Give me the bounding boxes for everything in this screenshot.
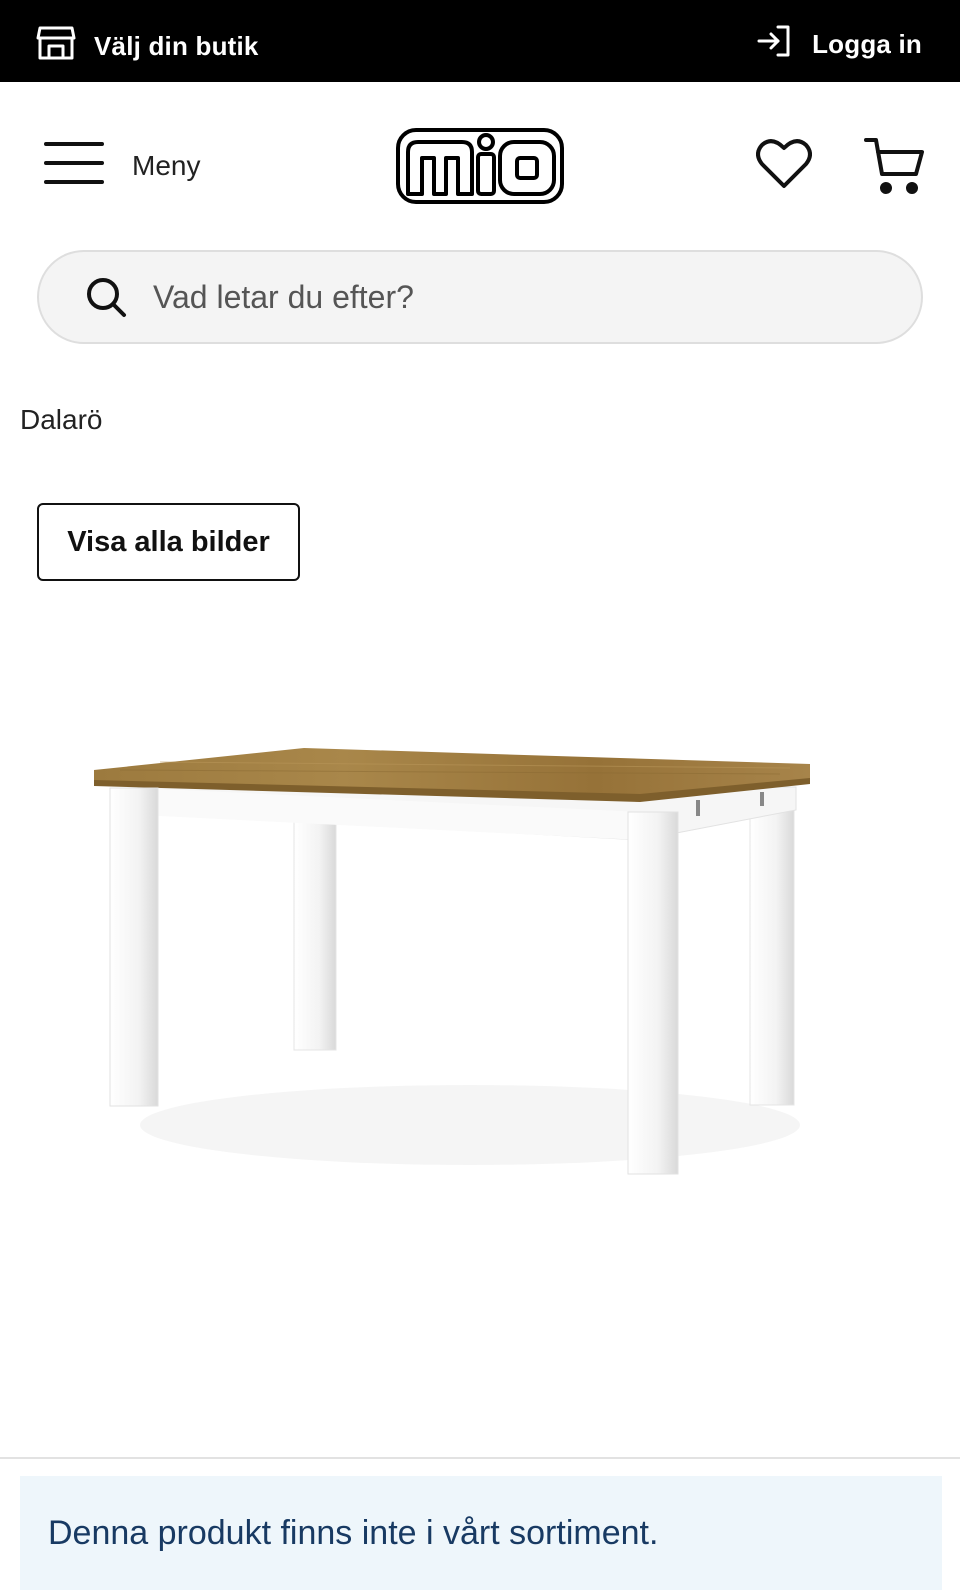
cart-button[interactable]: [864, 136, 926, 196]
menu-label: Meny: [132, 149, 201, 181]
divider: [0, 1457, 960, 1459]
product-image[interactable]: [80, 740, 840, 1200]
search-input[interactable]: [153, 278, 873, 316]
choose-store-link[interactable]: Välj din butik: [36, 24, 259, 67]
menu-button[interactable]: Meny: [44, 140, 200, 191]
show-all-images-button[interactable]: Visa alla bilder: [37, 503, 300, 581]
store-icon: [36, 24, 76, 67]
mio-logo[interactable]: [396, 128, 564, 204]
favorites-button[interactable]: [756, 138, 812, 194]
choose-store-label: Välj din butik: [94, 30, 259, 61]
login-link[interactable]: Logga in: [756, 24, 922, 63]
breadcrumb[interactable]: Dalarö: [20, 404, 102, 436]
hamburger-icon: [44, 140, 104, 191]
search-bar[interactable]: [37, 250, 923, 344]
top-bar: Välj din butik Logga in: [0, 0, 960, 82]
search-icon[interactable]: [85, 276, 127, 318]
not-in-assortment-notice: Denna produkt finns inte i vårt sortimen…: [20, 1476, 942, 1590]
notice-text: Denna produkt finns inte i vårt sortimen…: [48, 1513, 659, 1552]
heart-icon: [756, 139, 812, 194]
cart-icon: [864, 138, 926, 200]
login-label: Logga in: [812, 28, 922, 59]
login-icon: [756, 24, 792, 63]
